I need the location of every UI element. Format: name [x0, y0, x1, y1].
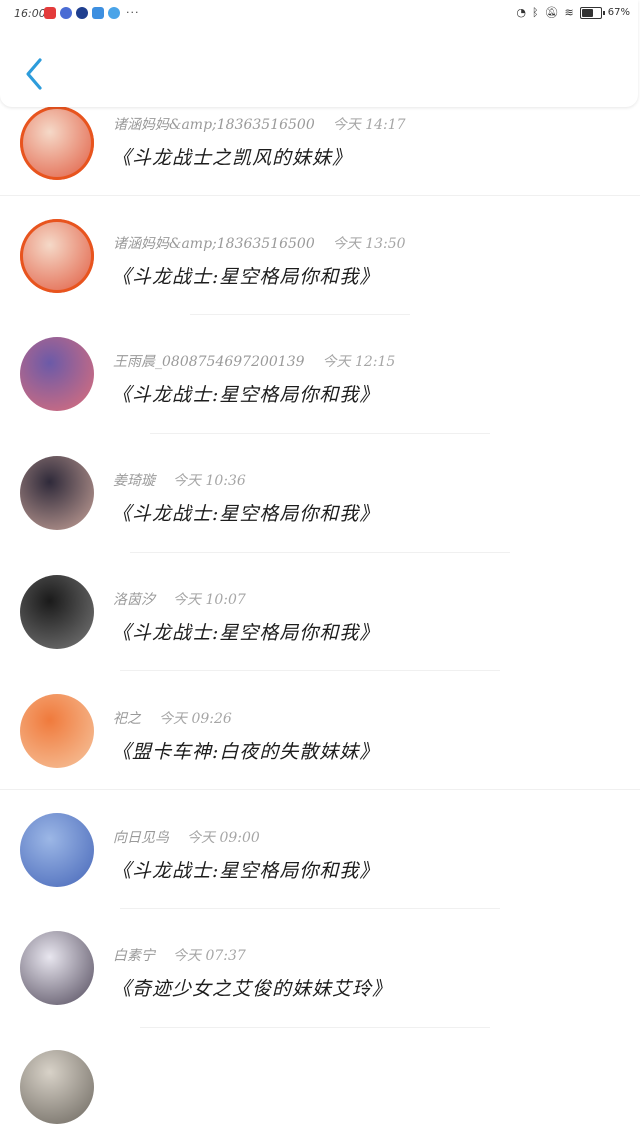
chevron-left-icon [26, 58, 42, 90]
wifi-icon: ≋ [564, 6, 574, 19]
bluetooth-icon: ᛒ [531, 6, 539, 19]
list-divider [120, 670, 500, 671]
list-divider [190, 314, 410, 315]
speed-icon: ◔ [516, 6, 526, 19]
author-name[interactable]: 向日见鸟 [113, 830, 169, 846]
list-divider [140, 1027, 490, 1028]
message-meta: 向日见鸟 今天 09:00 [113, 827, 260, 847]
status-bar: 16:00 ··· ◔ ᛒ 🔕︎ ≋ 67% [0, 0, 640, 26]
story-title-link[interactable]: 《斗龙战士之凯风的妹妹》 [112, 143, 352, 170]
story-title-link[interactable]: 《斗龙战士:星空格局你和我》 [112, 856, 379, 883]
list-divider [0, 195, 640, 196]
story-title-link[interactable]: 《盟卡车神:白夜的失散妹妹》 [112, 737, 379, 764]
user-avatar[interactable] [20, 1050, 94, 1124]
system-icons: ◔ ᛒ 🔕︎ ≋ 67% [516, 6, 630, 19]
message-meta: 王雨晨_0808754697200139 今天 12:15 [113, 351, 395, 371]
user-avatar[interactable] [20, 219, 94, 293]
message-meta: 姜琦璇 今天 10:36 [113, 470, 246, 490]
story-title-link[interactable]: 《斗龙战士:星空格局你和我》 [112, 380, 379, 407]
user-avatar[interactable] [20, 337, 94, 411]
message-meta: 白素宁 今天 07:37 [113, 945, 246, 965]
message-meta: 洛茵汐 今天 10:07 [113, 589, 246, 609]
list-divider [120, 908, 500, 909]
battery-percent: 67% [607, 7, 630, 18]
user-avatar[interactable] [20, 106, 94, 180]
message-meta: 诸涵妈妈&amp;18363516500 今天 13:50 [113, 233, 406, 253]
story-title-link[interactable]: 《奇迹少女之艾俊的妹妹艾玲》 [112, 974, 392, 1001]
author-name[interactable]: 祀之 [113, 711, 141, 727]
message-time: 今天 12:15 [322, 354, 396, 370]
story-title-link[interactable]: 《斗龙战士:星空格局你和我》 [112, 499, 379, 526]
app-notification-icon [92, 6, 104, 19]
list-divider [150, 433, 490, 434]
notification-icons: ··· [44, 6, 140, 19]
user-avatar[interactable] [20, 931, 94, 1005]
message-meta: 祀之 今天 09:26 [113, 708, 232, 728]
user-avatar[interactable] [20, 813, 94, 887]
author-name[interactable]: 白素宁 [113, 948, 155, 964]
message-time: 今天 14:17 [332, 117, 406, 133]
author-name[interactable]: 王雨晨_0808754697200139 [113, 354, 305, 370]
story-title-link[interactable]: 《斗龙战士:星空格局你和我》 [112, 262, 379, 289]
message-time: 今天 09:26 [159, 711, 232, 727]
app-notification-icon [108, 6, 120, 19]
mute-icon: 🔕︎ [544, 6, 559, 19]
message-time: 今天 10:07 [173, 592, 246, 608]
message-time: 今天 13:50 [332, 236, 406, 252]
list-divider [0, 789, 640, 790]
author-name[interactable]: 姜琦璇 [113, 473, 155, 489]
more-notifications-icon: ··· [126, 6, 140, 19]
author-name[interactable]: 诸涵妈妈&amp;18363516500 [113, 236, 315, 252]
author-name[interactable]: 洛茵汐 [113, 592, 155, 608]
app-notification-icon [60, 6, 72, 19]
message-time: 今天 07:37 [173, 948, 246, 964]
battery-icon [579, 6, 605, 19]
message-time: 今天 09:00 [187, 830, 260, 846]
list-divider [130, 552, 510, 553]
message-time: 今天 10:36 [173, 473, 246, 489]
user-avatar[interactable] [20, 456, 94, 530]
author-name[interactable]: 诸涵妈妈&amp;18363516500 [113, 117, 315, 133]
user-avatar[interactable] [20, 575, 94, 649]
app-notification-icon [44, 6, 56, 19]
status-time: 16:00 [14, 7, 46, 20]
user-avatar[interactable] [20, 694, 94, 768]
back-button[interactable] [22, 56, 48, 92]
app-notification-icon [76, 6, 88, 19]
message-meta: 诸涵妈妈&amp;18363516500 今天 14:17 [113, 114, 406, 134]
story-title-link[interactable]: 《斗龙战士:星空格局你和我》 [112, 618, 379, 645]
